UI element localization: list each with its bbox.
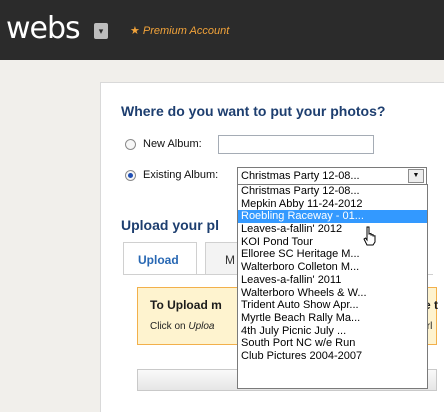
notice-body-italic: Uploa: [188, 321, 215, 332]
webs-logo[interactable]: webs: [6, 12, 81, 46]
page-title: Where do you want to put your photos?: [121, 103, 386, 119]
dropdown-option-highlighted[interactable]: Roebling Raceway - 01...: [238, 210, 427, 224]
tab-other[interactable]: M: [205, 242, 239, 274]
upload-section-title: Upload your pl: [121, 217, 219, 233]
dropdown-option[interactable]: Christmas Party 12-08...: [238, 185, 427, 198]
premium-account-link[interactable]: ★ Premium Account: [130, 24, 229, 37]
existing-album-select[interactable]: Christmas Party 12-08...: [237, 167, 427, 185]
dropdown-toggle-icon[interactable]: ▾: [94, 23, 108, 39]
notice-body-prefix: Click on: [150, 321, 189, 332]
star-icon: ★: [130, 25, 140, 37]
chevron-down-icon[interactable]: ▼: [408, 169, 424, 183]
album-dropdown-list: Christmas Party 12-08... Mepkin Abby 11-…: [237, 184, 428, 389]
existing-album-label: Existing Album:: [143, 169, 219, 181]
dropdown-option[interactable]: Myrtle Beach Rally Ma...: [238, 312, 427, 325]
new-album-radio[interactable]: [125, 139, 136, 150]
dropdown-option[interactable]: Club Pictures 2004-2007: [238, 350, 427, 363]
dropdown-option[interactable]: Walterboro Colleton M...: [238, 261, 427, 274]
dropdown-option[interactable]: Mepkin Abby 11-24-2012: [238, 198, 427, 211]
existing-album-radio[interactable]: [125, 170, 136, 181]
notice-body: Click on Uploa: [150, 321, 215, 332]
notice-title: To Upload m: [150, 298, 222, 312]
hand-pointer-cursor-icon: [363, 226, 376, 246]
dropdown-option[interactable]: Leaves-a-fallin' 2012: [238, 223, 427, 236]
dropdown-option[interactable]: South Port NC w/e Run: [238, 337, 427, 350]
dropdown-option[interactable]: KOI Pond Tour: [238, 236, 427, 249]
top-bar: webs ▾ ★ Premium Account: [0, 0, 444, 60]
dropdown-option[interactable]: Leaves-a-fallin' 2011: [238, 274, 427, 287]
tab-upload[interactable]: Upload: [123, 242, 197, 274]
premium-account-label: Premium Account: [142, 25, 230, 37]
dropdown-option[interactable]: Walterboro Wheels & W...: [238, 287, 427, 300]
new-album-input[interactable]: [218, 135, 374, 154]
dropdown-option[interactable]: 4th July Picnic July ...: [238, 325, 427, 338]
dropdown-option[interactable]: Trident Auto Show Apr...: [238, 299, 427, 312]
dropdown-option[interactable]: Elloree SC Heritage M...: [238, 248, 427, 261]
new-album-label: New Album:: [143, 138, 202, 150]
